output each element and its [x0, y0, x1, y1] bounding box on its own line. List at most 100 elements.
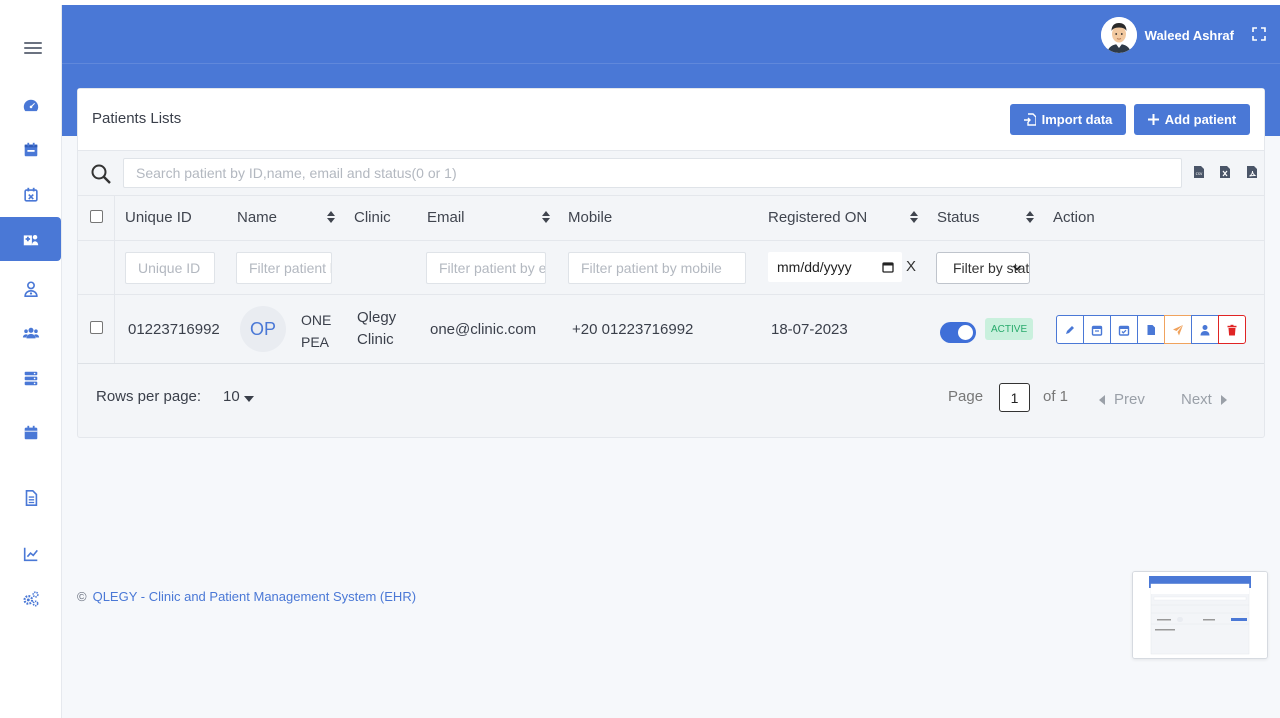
calendar-icon[interactable] — [882, 261, 894, 273]
plus-icon — [1147, 114, 1159, 125]
add-patient-button[interactable]: Add patient — [1134, 104, 1250, 135]
clinic-line-1: Qlegy — [357, 309, 397, 326]
svg-text:csv: csv — [1196, 171, 1203, 176]
sort-icon[interactable] — [1025, 210, 1035, 224]
cell-clinic: Qlegy Clinic — [357, 307, 396, 351]
header-status[interactable]: Status — [937, 209, 980, 226]
schedule-button[interactable] — [1110, 315, 1138, 344]
patient-initials-avatar: OP — [240, 306, 286, 352]
file-import-icon — [1023, 113, 1036, 126]
sidebar-item-schedule[interactable] — [0, 411, 61, 455]
caret-left-icon — [1099, 394, 1105, 405]
profile-button[interactable] — [1191, 315, 1219, 344]
sidebar-item-patients[interactable] — [0, 217, 61, 261]
cell-registered-on: 18-07-2023 — [771, 321, 848, 338]
sort-icon[interactable] — [909, 210, 919, 224]
pagination: Rows per page: 10 Page of 1 Prev Next — [78, 365, 1264, 437]
status-badge: ACTIVE — [985, 318, 1034, 340]
name-line-1: ONE — [301, 312, 332, 328]
users-icon — [22, 327, 39, 339]
sidebar — [0, 5, 62, 718]
header-clinic: Clinic — [354, 209, 391, 226]
hospital-user-icon — [23, 234, 38, 246]
filter-email-input[interactable] — [426, 252, 546, 284]
pdf-export-icon[interactable] — [1246, 165, 1258, 179]
user-menu[interactable]: Waleed Ashraf — [1100, 17, 1234, 53]
import-data-label: Import data — [1041, 112, 1113, 127]
page-number-input[interactable] — [999, 383, 1030, 412]
server-icon — [24, 371, 37, 386]
import-data-button[interactable]: Import data — [1010, 104, 1126, 135]
header-divider — [62, 63, 1280, 64]
toggle-knob — [958, 325, 973, 340]
header-mobile: Mobile — [568, 209, 613, 226]
avatar-image — [1100, 17, 1137, 53]
sidebar-item-dashboard[interactable] — [0, 84, 61, 128]
sidebar-item-doctors[interactable] — [0, 267, 61, 311]
doctor-icon — [23, 281, 38, 298]
user-icon — [1200, 324, 1210, 335]
filter-mobile-input[interactable] — [568, 252, 746, 284]
appointments-button[interactable] — [1083, 315, 1111, 344]
row-checkbox[interactable] — [90, 321, 103, 334]
sidebar-item-calendar[interactable] — [0, 128, 61, 172]
prev-button[interactable]: Prev — [1099, 391, 1145, 408]
fullscreen-icon[interactable] — [1252, 27, 1266, 41]
page-preview-thumbnail[interactable] — [1132, 571, 1268, 659]
header-registered-on[interactable]: Registered ON — [768, 209, 867, 226]
file-icon — [1147, 324, 1155, 335]
filter-date-input[interactable]: mm/dd/yyyy — [768, 252, 902, 282]
page-total: of 1 — [1043, 388, 1069, 405]
calendar-icon — [24, 142, 37, 157]
app-root: Waleed Ashraf Patients Lists Import data… — [0, 0, 1280, 718]
caret-down-icon[interactable] — [244, 396, 254, 402]
send-button[interactable] — [1164, 315, 1192, 344]
footer-link[interactable]: QLEGY - Clinic and Patient Management Sy… — [93, 589, 416, 604]
calendar-icon — [1091, 325, 1103, 336]
table-row: 01223716992 OP ONE PEA Qlegy Clinic one@… — [78, 295, 1264, 364]
delete-button[interactable] — [1218, 315, 1246, 344]
filter-name-input[interactable] — [236, 252, 332, 284]
trash-icon — [1227, 324, 1237, 335]
sort-icon[interactable] — [326, 210, 336, 224]
csv-export-icon[interactable]: csv — [1193, 165, 1205, 179]
filter-status-select[interactable]: Filter by status — [936, 252, 1030, 284]
add-patient-label: Add patient — [1164, 112, 1237, 127]
copyright-symbol: © — [77, 589, 87, 604]
search-bar: csv — [78, 152, 1264, 196]
clear-date-button[interactable]: X — [906, 258, 916, 275]
select-all-checkbox[interactable] — [90, 210, 103, 223]
rows-per-page-select[interactable]: 10 — [223, 388, 240, 405]
header-unique-id: Unique ID — [125, 209, 192, 226]
sidebar-item-reports[interactable] — [0, 476, 61, 520]
sort-icon[interactable] — [541, 210, 551, 224]
status-toggle[interactable] — [940, 322, 976, 343]
user-name: Waleed Ashraf — [1144, 27, 1234, 43]
records-button[interactable] — [1137, 315, 1165, 344]
next-button[interactable]: Next — [1181, 391, 1227, 408]
header-email[interactable]: Email — [427, 209, 465, 226]
filter-unique-id-input[interactable] — [125, 252, 215, 284]
caret-right-icon — [1220, 394, 1227, 405]
excel-export-icon[interactable] — [1219, 165, 1231, 179]
paper-plane-icon — [1173, 324, 1183, 335]
sidebar-item-settings[interactable] — [0, 577, 61, 621]
date-placeholder: mm/dd/yyyy — [777, 259, 852, 275]
dashboard-icon — [23, 99, 38, 112]
menu-toggle-icon[interactable] — [24, 42, 42, 56]
edit-button[interactable] — [1056, 315, 1084, 344]
sidebar-item-analytics[interactable] — [0, 532, 61, 576]
patients-card: Patients Lists Import data Add patient c… — [77, 88, 1265, 438]
cell-name[interactable]: ONE PEA — [301, 309, 331, 353]
sidebar-item-users[interactable] — [0, 311, 61, 355]
header-name[interactable]: Name — [237, 209, 277, 226]
footer: © QLEGY - Clinic and Patient Management S… — [77, 589, 416, 604]
sidebar-item-servers[interactable] — [0, 356, 61, 400]
search-input[interactable] — [123, 158, 1182, 188]
sidebar-item-cancelled[interactable] — [0, 173, 61, 217]
prev-label: Prev — [1114, 391, 1145, 408]
calendar-check-icon — [1118, 325, 1130, 336]
page-label: Page — [948, 388, 984, 405]
card-header: Patients Lists Import data Add patient — [78, 89, 1264, 151]
name-line-2: PEA — [301, 334, 330, 350]
